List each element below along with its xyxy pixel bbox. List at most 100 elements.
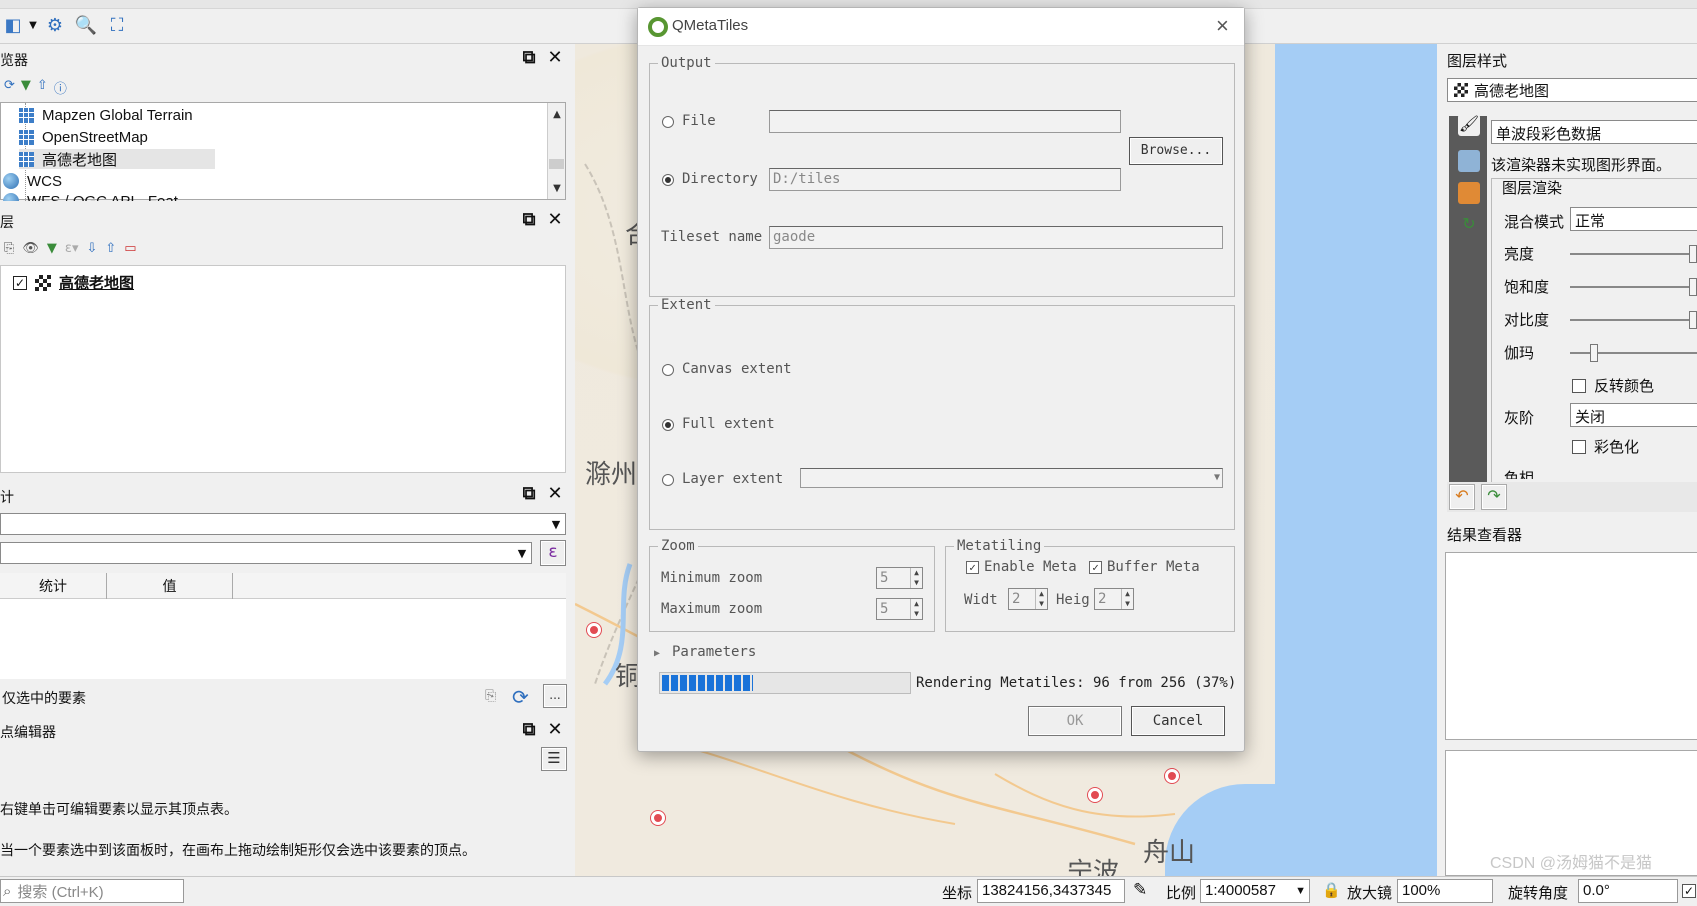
remove-layer-icon[interactable]: ▭: [124, 241, 136, 261]
invert-checkbox[interactable]: [1572, 379, 1586, 393]
add-layer-icon[interactable]: ◧: [2, 14, 24, 36]
collapse-icon[interactable]: ⇧: [37, 78, 48, 98]
directory-input[interactable]: D:/tiles: [769, 168, 1121, 191]
crs-toggle-icon[interactable]: ✎: [1133, 880, 1147, 900]
stats-layer-combo[interactable]: ▼: [0, 513, 566, 535]
spin-arrows-icon[interactable]: ▲ ▼: [910, 599, 922, 619]
enable-meta-checkbox[interactable]: ✓: [966, 561, 979, 574]
max-zoom-spinbox[interactable]: 5 ▲ ▼: [876, 598, 923, 620]
transparency-icon[interactable]: [1458, 150, 1480, 172]
menu-icon[interactable]: ☰: [541, 747, 567, 771]
float-icon[interactable]: ⧉: [520, 719, 538, 740]
slider-handle[interactable]: [1689, 311, 1697, 329]
magnifier-spinbox[interactable]: 100%: [1397, 879, 1493, 903]
search-icon[interactable]: 🔍: [75, 14, 97, 36]
render-checkbox[interactable]: ✓: [1682, 884, 1696, 898]
meta-height-spinbox[interactable]: 2 ▲ ▼: [1094, 588, 1134, 610]
min-zoom-spinbox[interactable]: 5 ▲ ▼: [876, 567, 923, 589]
grayscale-combo[interactable]: 关闭: [1570, 403, 1697, 427]
buffer-meta-label[interactable]: Buffer Meta: [1107, 559, 1200, 575]
full-extent-radio[interactable]: [662, 419, 674, 431]
scroll-thumb[interactable]: [549, 159, 564, 169]
city-marker[interactable]: [651, 811, 665, 825]
expression-button[interactable]: ε: [540, 540, 566, 566]
slider-handle[interactable]: [1689, 245, 1697, 263]
filter-icon[interactable]: ▼: [21, 78, 31, 98]
tree-item[interactable]: OpenStreetMap: [19, 127, 148, 147]
chevron-right-icon[interactable]: ▶: [654, 648, 660, 659]
enable-meta-label[interactable]: Enable Meta: [984, 559, 1077, 575]
column-header-value[interactable]: 值: [107, 573, 233, 599]
refresh-icon[interactable]: ⟳: [512, 685, 529, 709]
stats-field-combo[interactable]: ▼: [0, 542, 532, 564]
redo-icon[interactable]: ↷: [1481, 484, 1507, 510]
close-icon[interactable]: ✕: [546, 719, 564, 740]
selected-only-label[interactable]: 仅选中的要素: [2, 688, 86, 708]
tree-item[interactable]: WCS: [3, 171, 62, 191]
filter-expr-icon[interactable]: ε▾: [65, 241, 79, 261]
add-group-icon[interactable]: ⎘: [4, 241, 14, 261]
paintbrush-icon[interactable]: 🖌: [1458, 114, 1480, 136]
browser-scrollbar[interactable]: ▲ ▼: [547, 103, 565, 199]
buffer-meta-checkbox[interactable]: ✓: [1089, 561, 1102, 574]
city-marker[interactable]: [587, 623, 601, 637]
expand-icon[interactable]: ⇩: [86, 241, 97, 261]
directory-radio-label[interactable]: Directory: [682, 171, 758, 187]
float-icon[interactable]: ⧉: [520, 209, 538, 230]
close-icon[interactable]: ✕: [546, 483, 564, 504]
blend-mode-combo[interactable]: 正常: [1570, 207, 1697, 231]
slider-handle[interactable]: [1590, 344, 1598, 362]
close-icon[interactable]: ✕: [546, 209, 564, 230]
scroll-down-icon[interactable]: ▼: [548, 179, 566, 197]
brightness-slider[interactable]: [1570, 245, 1697, 263]
spin-arrows-icon[interactable]: ▲ ▼: [1121, 589, 1133, 609]
layer-row[interactable]: ✓ 高德老地图: [13, 272, 134, 293]
eye-icon[interactable]: 👁: [22, 241, 39, 261]
undo-icon[interactable]: ↶: [1449, 484, 1475, 510]
tree-item-selected[interactable]: 高德老地图: [19, 149, 215, 169]
directory-radio[interactable]: [662, 174, 674, 186]
layer-extent-combo[interactable]: ▼: [800, 468, 1223, 488]
canvas-extent-radio[interactable]: [662, 364, 674, 376]
locator-search[interactable]: ⌕ 搜索 (Ctrl+K): [0, 879, 184, 903]
layer-visibility-checkbox[interactable]: ✓: [13, 275, 27, 290]
tileset-name-input[interactable]: gaode: [769, 226, 1223, 249]
close-icon[interactable]: ✕: [546, 47, 564, 68]
full-extent-label[interactable]: Full extent: [682, 416, 775, 432]
close-icon[interactable]: ×: [1216, 13, 1229, 39]
float-icon[interactable]: ⧉: [520, 47, 538, 68]
gamma-slider[interactable]: [1570, 344, 1697, 362]
column-header-stat[interactable]: 统计: [0, 573, 107, 599]
city-marker[interactable]: [1088, 788, 1102, 802]
layer-style-layer-combo[interactable]: 高德老地图: [1447, 78, 1697, 102]
ok-button[interactable]: OK: [1028, 706, 1122, 736]
float-icon[interactable]: ⧉: [520, 483, 538, 504]
file-radio-label[interactable]: File: [682, 113, 716, 129]
chevron-down-icon[interactable]: ▼: [22, 14, 44, 36]
tree-item[interactable]: Mapzen Global Terrain: [19, 105, 193, 125]
coord-field[interactable]: 13824156,3437345: [977, 879, 1125, 903]
renderer-type-combo[interactable]: 单波段彩色数据: [1491, 120, 1697, 144]
histogram-icon[interactable]: [1458, 182, 1480, 204]
filter-icon[interactable]: ▼: [47, 241, 57, 261]
colorize-checkbox[interactable]: [1572, 440, 1586, 454]
contrast-slider[interactable]: [1570, 311, 1697, 329]
spin-arrows-icon[interactable]: ▲ ▼: [910, 568, 922, 588]
canvas-extent-label[interactable]: Canvas extent: [682, 361, 792, 377]
file-radio[interactable]: [662, 116, 674, 128]
gear-icon[interactable]: ⚙: [44, 14, 66, 36]
saturation-slider[interactable]: [1570, 278, 1697, 296]
file-input[interactable]: [769, 110, 1121, 133]
spin-arrows-icon[interactable]: ▲ ▼: [1035, 589, 1047, 609]
lock-icon[interactable]: 🔒: [1322, 881, 1341, 899]
rotation-spinbox[interactable]: 0.0°: [1578, 879, 1678, 903]
zoom-full-icon[interactable]: ⛶: [106, 14, 128, 36]
collapse-icon[interactable]: ⇧: [105, 241, 116, 261]
scroll-up-icon[interactable]: ▲: [548, 105, 566, 123]
browse-button[interactable]: Browse...: [1129, 137, 1223, 165]
info-icon[interactable]: ⓘ: [54, 78, 67, 98]
slider-handle[interactable]: [1689, 278, 1697, 296]
pyramids-icon[interactable]: ↻: [1458, 214, 1480, 236]
tree-item[interactable]: WFS / OGC API - Feat...: [3, 193, 190, 201]
parameters-toggle[interactable]: Parameters: [672, 644, 756, 660]
